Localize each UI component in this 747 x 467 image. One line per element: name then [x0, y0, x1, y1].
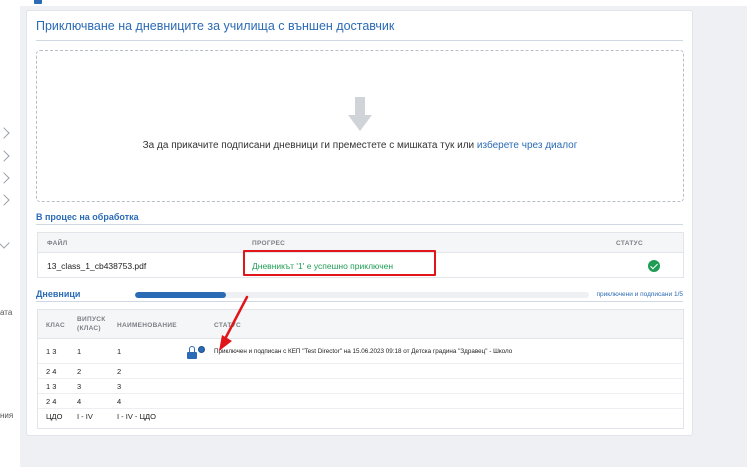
chevron-right-icon[interactable]	[0, 127, 10, 139]
processing-table: ФАЙЛ ПРОГРЕС СТАТУС 13_class_1_cb438753.…	[37, 232, 684, 278]
chevron-down-icon[interactable]	[0, 237, 10, 249]
top-strip	[20, 0, 747, 6]
processing-section-title: В процес на обработка	[36, 212, 139, 222]
check-circle-icon	[648, 260, 660, 272]
row-issue: 3	[77, 382, 82, 391]
divider	[36, 224, 683, 225]
row-issue: I - IV	[77, 412, 93, 421]
side-navigation: ата ния	[0, 0, 20, 467]
diaries-progress-label: приключени и подписани 1/5	[596, 291, 683, 298]
table-row[interactable]: 2 4 2 2	[38, 364, 683, 379]
column-header-progress: ПРОГРЕС	[252, 240, 286, 247]
row-class: 1 3	[46, 382, 57, 391]
chevron-right-icon[interactable]	[0, 194, 10, 206]
column-header-file: ФАЙЛ	[47, 240, 68, 247]
choose-file-dialog-link[interactable]: изберете чрез диалог	[477, 140, 577, 151]
table-row[interactable]: 2 4 4 4	[38, 394, 683, 409]
diaries-progress-bar	[135, 292, 589, 298]
drop-zone-instruction: За да прикачите подписани дневници ги пр…	[142, 140, 475, 151]
table-row[interactable]: ЦДО I - IV I - IV - ЦДО	[38, 409, 683, 424]
row-name: 1	[117, 347, 122, 356]
divider	[36, 301, 683, 302]
diaries-progress-fill	[135, 292, 226, 298]
annotation-arrow-icon	[219, 295, 249, 351]
row-issue: 4	[77, 397, 82, 406]
column-header-class: КЛАС	[46, 322, 65, 329]
row-name: 3	[117, 382, 122, 391]
chevron-right-icon[interactable]	[0, 172, 10, 184]
column-header-status: СТАТУС	[616, 240, 643, 247]
row-class: 2 4	[46, 367, 57, 376]
lock-icon	[187, 346, 197, 359]
chevron-right-icon[interactable]	[0, 150, 10, 162]
drop-zone-text: За да прикачите подписани дневници ги пр…	[37, 140, 683, 151]
column-header-issue: ВИПУСК	[77, 316, 106, 323]
divider	[36, 40, 683, 41]
row-issue: 1	[77, 347, 82, 356]
sidebar-item-fragment[interactable]: ния	[0, 411, 13, 420]
row-name: I - IV - ЦДО	[117, 412, 156, 421]
table-row[interactable]: 1 3 1 1 Приключен и подписан с КЕП "Test…	[38, 339, 683, 364]
download-arrow-icon	[348, 97, 372, 131]
column-header-name: НАИМЕНОВАНИЕ	[117, 322, 177, 329]
processing-file-name: 13_class_1_cb438753.pdf	[47, 261, 147, 271]
row-class: 1 3	[46, 347, 57, 356]
signature-seal-icon	[198, 346, 205, 353]
row-name: 2	[117, 367, 122, 376]
card-title: Приключване на дневниците за училища с в…	[36, 19, 395, 33]
row-name: 4	[117, 397, 122, 406]
sidebar-item-fragment[interactable]: ата	[0, 308, 12, 317]
row-class: ЦДО	[46, 412, 63, 421]
column-header-issue-sub: (КЛАС)	[77, 325, 101, 332]
checkbox-icon[interactable]	[34, 0, 42, 4]
row-class: 2 4	[46, 397, 57, 406]
processing-progress-text: Дневникът '1' е успешно приключен	[252, 261, 394, 271]
diaries-section-title: Дневници	[36, 289, 81, 299]
row-issue: 2	[77, 367, 82, 376]
diaries-table-header: КЛАС ВИПУСК (КЛАС) НАИМЕНОВАНИЕ СТАТУС	[38, 310, 683, 339]
diaries-table: КЛАС ВИПУСК (КЛАС) НАИМЕНОВАНИЕ СТАТУС 1…	[37, 309, 684, 429]
diaries-close-card: Приключване на дневниците за училища с в…	[26, 10, 693, 436]
file-drop-zone[interactable]: За да прикачите подписани дневници ги пр…	[36, 50, 684, 202]
table-row[interactable]: 1 3 3 3	[38, 379, 683, 394]
